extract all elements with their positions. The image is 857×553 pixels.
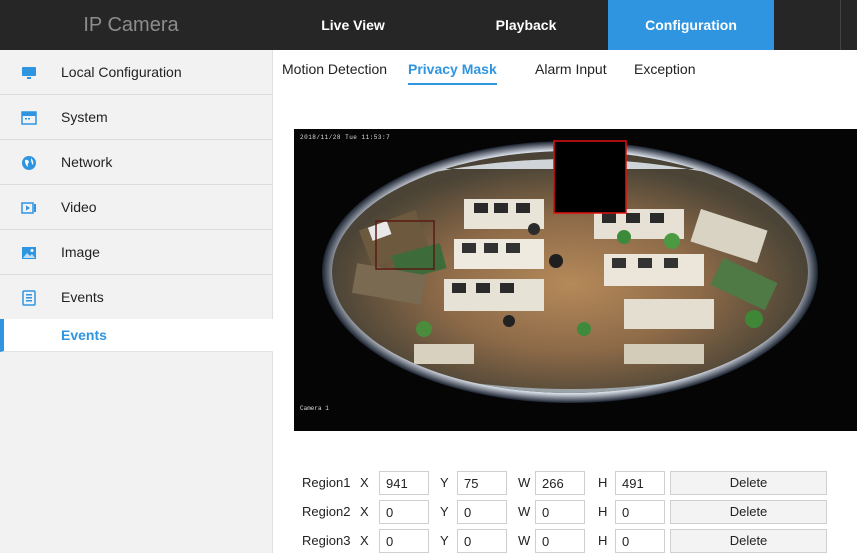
- sidebar-item-label: Network: [61, 154, 113, 170]
- region-label: Region3: [302, 533, 351, 548]
- header-divider: [840, 0, 841, 50]
- tab-motion-detection[interactable]: Motion Detection: [282, 61, 387, 85]
- w-label: W: [518, 475, 531, 490]
- delete-region-button[interactable]: Delete: [670, 500, 827, 524]
- sidebar-item-video[interactable]: Video: [0, 185, 273, 230]
- w-label: W: [518, 504, 531, 519]
- region-x-input[interactable]: [379, 471, 429, 495]
- h-label: H: [598, 533, 608, 548]
- sidebar-item-label: Video: [61, 199, 97, 215]
- top-header: IP Camera Live View Playback Configurati…: [0, 0, 857, 50]
- sidebar-item-label: Image: [61, 244, 100, 260]
- region-h-input[interactable]: [615, 529, 665, 553]
- sidebar-item-label: Events: [61, 289, 104, 305]
- h-label: H: [598, 475, 608, 490]
- region-w-input[interactable]: [535, 500, 585, 524]
- sidebar-item-network[interactable]: Network: [0, 140, 273, 185]
- y-label: Y: [440, 504, 449, 519]
- region-h-input[interactable]: [615, 471, 665, 495]
- w-label: W: [518, 533, 531, 548]
- delete-region-button[interactable]: Delete: [670, 471, 827, 495]
- ip-camera-app: IP Camera Live View Playback Configurati…: [0, 0, 857, 553]
- image-icon: [22, 247, 36, 259]
- sidebar-item-events[interactable]: Events: [0, 275, 273, 320]
- sidebar-item-local-configuration[interactable]: Local Configuration: [0, 50, 273, 95]
- monitor-icon: [22, 67, 36, 79]
- y-label: Y: [440, 475, 449, 490]
- app-title: IP Camera: [83, 14, 179, 36]
- system-icon: [21, 111, 37, 125]
- region-h-input[interactable]: [615, 500, 665, 524]
- sidebar-subitem-label: Events: [61, 327, 107, 343]
- sidebar-item-system[interactable]: System: [0, 95, 273, 140]
- video-icon: [21, 202, 36, 214]
- region-label: Region1: [302, 475, 351, 490]
- h-label: H: [598, 504, 608, 519]
- sidebar-item-image[interactable]: Image: [0, 230, 273, 275]
- tab-playback[interactable]: Playback: [444, 0, 608, 50]
- video-preview[interactable]: 2018/11/28 Tue 11:53:7 Camera 1: [294, 129, 857, 431]
- y-label: Y: [440, 533, 449, 548]
- region-w-input[interactable]: [535, 529, 585, 553]
- region-x-input[interactable]: [379, 529, 429, 553]
- privacy-mask-region[interactable]: [553, 140, 627, 214]
- sidebar: Local Configuration System Network Video…: [0, 50, 273, 553]
- tab-alarm-input[interactable]: Alarm Input: [535, 61, 607, 85]
- tab-exception[interactable]: Exception: [634, 61, 695, 85]
- x-label: X: [360, 475, 369, 490]
- osd-camera-name: Camera 1: [300, 405, 329, 412]
- region-y-input[interactable]: [457, 500, 507, 524]
- region-w-input[interactable]: [535, 471, 585, 495]
- x-label: X: [360, 504, 369, 519]
- delete-region-button[interactable]: Delete: [670, 529, 827, 553]
- region-x-input[interactable]: [379, 500, 429, 524]
- tab-live-view[interactable]: Live View: [262, 0, 444, 50]
- tab-configuration[interactable]: Configuration: [608, 0, 774, 50]
- sidebar-item-label: System: [61, 109, 108, 125]
- event-subtabs: Motion Detection Privacy Mask Alarm Inpu…: [273, 50, 857, 90]
- osd-timestamp: 2018/11/28 Tue 11:53:7: [300, 134, 391, 141]
- sidebar-item-label: Local Configuration: [61, 64, 182, 80]
- events-icon: [22, 290, 36, 306]
- x-label: X: [360, 533, 369, 548]
- tab-privacy-mask[interactable]: Privacy Mask: [408, 61, 497, 85]
- region-y-input[interactable]: [457, 529, 507, 553]
- region-label: Region2: [302, 504, 351, 519]
- region-y-input[interactable]: [457, 471, 507, 495]
- globe-icon: [22, 156, 36, 170]
- fisheye-image: [294, 129, 857, 431]
- sidebar-subitem-events[interactable]: Events: [0, 319, 273, 352]
